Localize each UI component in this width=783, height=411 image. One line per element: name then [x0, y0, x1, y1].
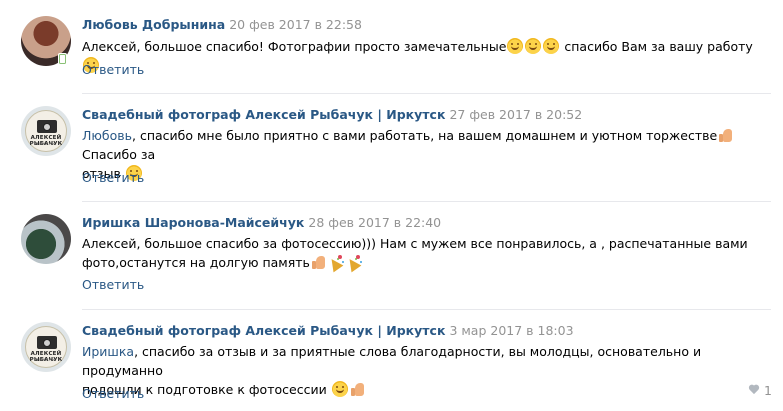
comment-text: Иришка, спасибо за отзыв и за приятные с…	[82, 344, 702, 397]
photographer-logo: АЛЕКСЕЙ РЫБАЧУК ФОТОГРАФ	[25, 326, 67, 368]
heart-icon	[748, 385, 760, 396]
avatar[interactable]	[21, 214, 71, 264]
mention-link[interactable]: Любовь	[82, 128, 132, 143]
comment-date[interactable]: 27 фев 2017 в 20:52	[449, 107, 582, 122]
thumbs-up-emoji	[311, 254, 326, 270]
logo-subtitle: ФОТОГРАФ	[35, 358, 57, 362]
comment-text: Любовь, спасибо мне было приятно с вами …	[82, 126, 762, 183]
comment-author[interactable]: Свадебный фотограф Алексей Рыбачук | Ирк…	[82, 107, 445, 122]
mobile-online-icon	[58, 53, 67, 65]
divider	[82, 201, 771, 202]
smile-emoji	[543, 38, 560, 54]
comment-author[interactable]: Любовь Добрынина	[82, 17, 225, 32]
mention-link[interactable]: Иришка	[82, 344, 134, 359]
avatar[interactable]: АЛЕКСЕЙ РЫБАЧУК ФОТОГРАФ	[21, 322, 71, 372]
avatar[interactable]: АЛЕКСЕЙ РЫБАЧУК ФОТОГРАФ	[21, 106, 71, 156]
reply-link[interactable]: Ответить	[82, 170, 144, 185]
comment-date[interactable]: 28 фев 2017 в 22:40	[308, 215, 441, 230]
divider	[82, 309, 771, 310]
camera-icon	[37, 120, 57, 133]
thumbs-up-emoji	[350, 381, 365, 397]
thumbs-up-emoji	[718, 127, 733, 143]
like-count: 1	[764, 383, 772, 398]
comment-author[interactable]: Иришка Шаронова-Майсейчук	[82, 215, 304, 230]
comment-author[interactable]: Свадебный фотограф Алексей Рыбачук | Ирк…	[82, 323, 445, 338]
comment-text: Алексей, большое спасибо за фотосессию))…	[82, 236, 748, 270]
comment-text: Алексей, большое спасибо! Фотографии про…	[82, 37, 762, 75]
reply-link[interactable]: Ответить	[82, 386, 144, 401]
reply-link[interactable]: Ответить	[82, 277, 144, 292]
logo-subtitle: ФОТОГРАФ	[35, 142, 57, 146]
camera-icon	[37, 336, 57, 349]
reply-link[interactable]: Ответить	[82, 62, 144, 77]
comments-list: Любовь Добрынина 20 фев 2017 в 22:58 Алек…	[0, 0, 783, 411]
smile-emoji	[331, 381, 348, 397]
comment-date[interactable]: 20 фев 2017 в 22:58	[229, 17, 362, 32]
photographer-logo: АЛЕКСЕЙ РЫБАЧУК ФОТОГРАФ	[25, 110, 67, 152]
party-popper-emoji	[328, 254, 344, 270]
divider	[82, 93, 771, 94]
comment-date[interactable]: 3 мар 2017 в 18:03	[449, 323, 573, 338]
smile-emoji	[507, 38, 524, 54]
like-button[interactable]: 1	[748, 383, 772, 398]
smile-emoji	[525, 38, 542, 54]
party-popper-emoji	[346, 254, 362, 270]
